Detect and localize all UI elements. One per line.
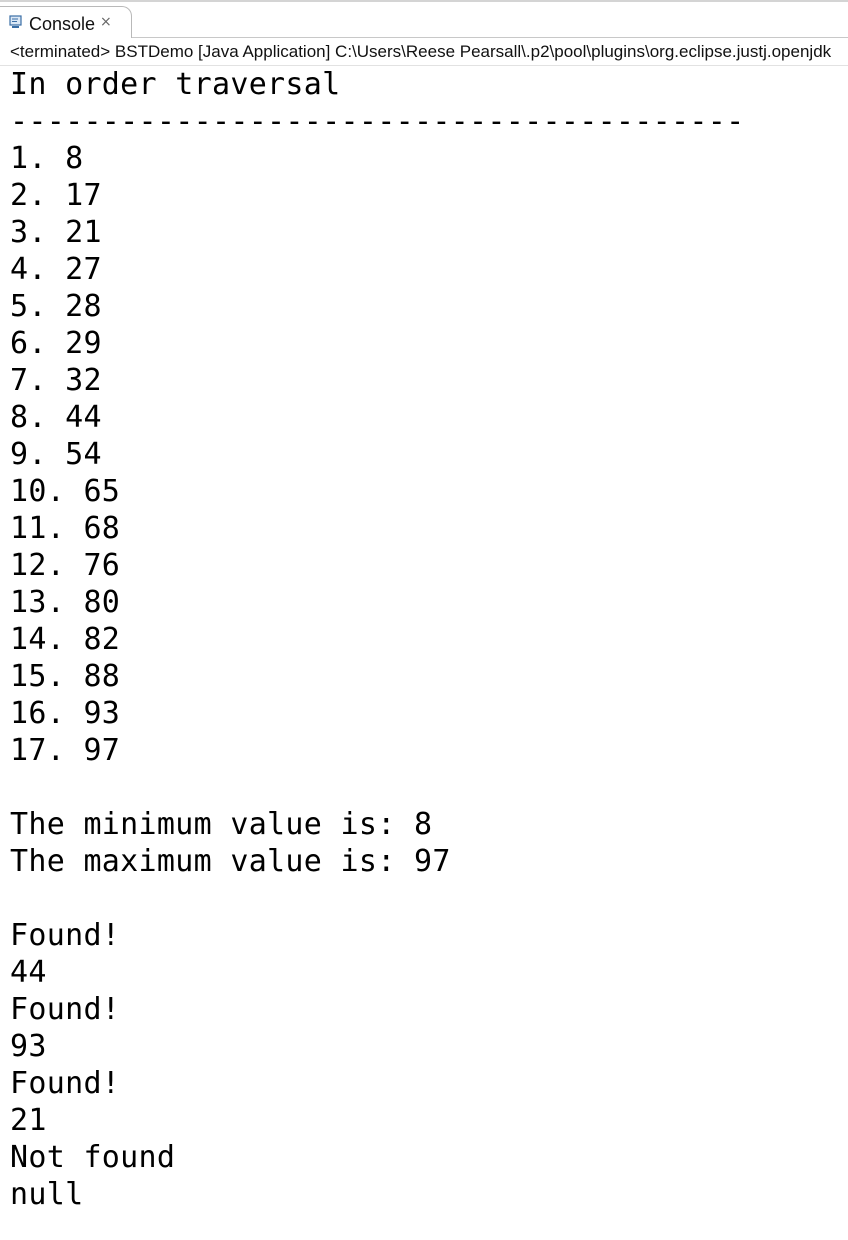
console-line: 9. 54 [10,437,102,472]
console-line: 44 [10,955,47,990]
console-line: The maximum value is: 97 [10,844,451,879]
process-status-line: <terminated> BSTDemo [Java Application] … [0,38,848,66]
console-line: Found! [10,918,121,953]
console-line: 6. 29 [10,326,102,361]
close-icon[interactable]: × [100,14,112,30]
console-line: 8. 44 [10,400,102,435]
console-line: The minimum value is: 8 [10,807,433,842]
console-line: Not found [10,1140,176,1175]
console-line: 15. 88 [10,659,121,694]
console-line: Found! [10,1066,121,1101]
tab-console-label: Console [29,14,96,34]
console-line: ---------------------------------------- [10,104,745,139]
console-line: Found! [10,992,121,1027]
tab-console[interactable]: Console × [0,6,132,40]
console-line: 21 [10,1103,47,1138]
console-line: 3. 21 [10,215,102,250]
console-line: 1. 8 [10,141,84,176]
console-icon [9,15,22,28]
console-line: 17. 97 [10,733,121,768]
view-tab-strip: Console × [0,0,848,40]
console-line: 13. 80 [10,585,121,620]
console-line: 5. 28 [10,289,102,324]
console-line: 14. 82 [10,622,121,657]
console-line: 12. 76 [10,548,121,583]
console-view: Console × <terminated> BSTDemo [Java App… [0,0,848,1240]
console-line: 2. 17 [10,178,102,213]
console-line: 4. 27 [10,252,102,287]
console-line: 16. 93 [10,696,121,731]
console-line: 93 [10,1029,47,1064]
console-output[interactable]: In order traversal ----------------------… [0,66,848,1240]
console-line: null [10,1177,84,1212]
console-line: 10. 65 [10,474,121,509]
console-line: In order traversal [10,67,341,102]
console-line: 7. 32 [10,363,102,398]
console-line: 11. 68 [10,511,121,546]
